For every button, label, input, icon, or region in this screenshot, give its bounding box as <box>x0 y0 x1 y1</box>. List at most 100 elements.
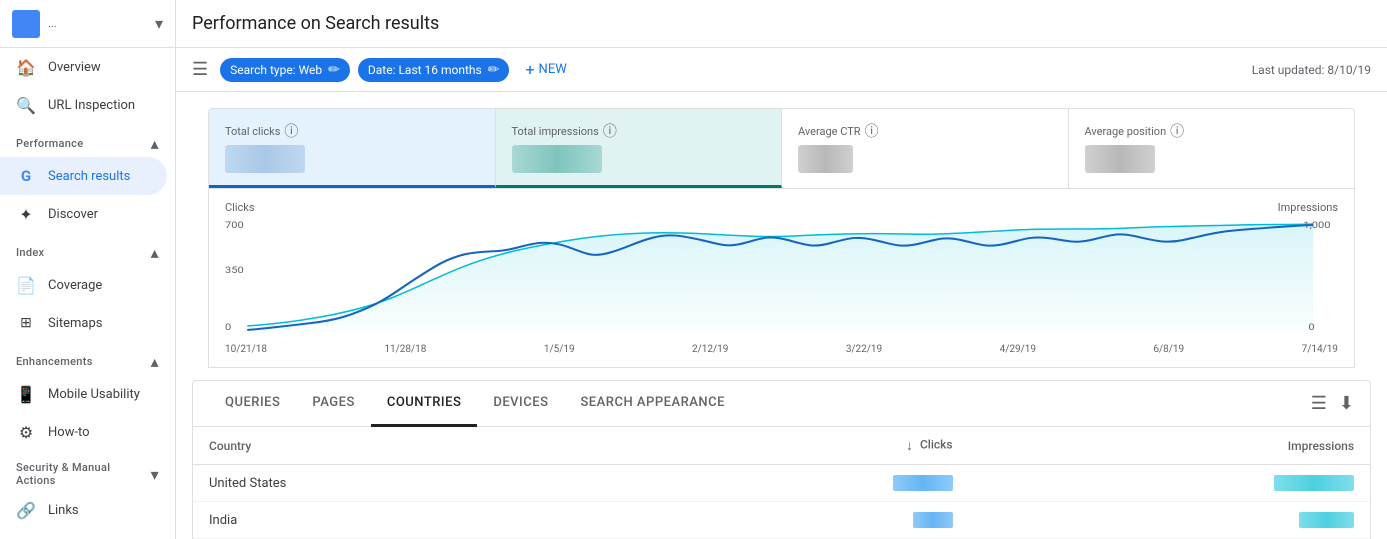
tab-actions: ☰ ⬇ <box>1311 381 1354 426</box>
sidebar-item-how-to[interactable]: ⚙ How-to <box>0 413 167 451</box>
metric-total-impressions[interactable]: Total impressions ⓘ <box>496 109 783 188</box>
main-content: Performance on Search results ☰ Search t… <box>176 0 1387 539</box>
clicks-cell-0 <box>639 465 969 502</box>
x-label-6: 6/8/19 <box>1153 344 1184 355</box>
average-position-placeholder <box>1085 145 1155 173</box>
total-clicks-label: Total clicks ⓘ <box>225 121 479 141</box>
howto-icon: ⚙ <box>16 422 36 442</box>
metric-average-position[interactable]: Average position ⓘ <box>1069 109 1355 188</box>
sidebar-section-enhancements[interactable]: Enhancements ▴ <box>0 342 175 375</box>
tab-devices[interactable]: DEVICES <box>477 381 564 427</box>
sidebar-item-sitemaps[interactable]: ⊞ Sitemaps <box>0 304 167 342</box>
sidebar-header: ... ▾ <box>0 0 175 48</box>
impressions-bar-1 <box>1299 512 1354 528</box>
collapse-performance-icon: ▴ <box>151 134 159 153</box>
sidebar-label-coverage: Coverage <box>48 278 102 293</box>
sidebar-item-coverage[interactable]: 📄 Coverage <box>0 266 167 304</box>
tab-countries[interactable]: COUNTRIES <box>371 381 478 427</box>
total-impressions-value <box>512 145 766 173</box>
sidebar: ... ▾ 🏠 Overview 🔍 URL Inspection Perfor… <box>0 0 176 539</box>
last-updated: Last updated: 8/10/19 <box>1252 63 1371 77</box>
table-row: India <box>193 502 1370 539</box>
collapse-security-icon: ▾ <box>151 465 159 484</box>
country-cell-0: United States <box>193 465 639 502</box>
sidebar-section-security[interactable]: Security & Manual Actions ▾ <box>0 451 175 491</box>
google-g-icon: G <box>16 166 36 186</box>
filter-icon[interactable]: ☰ <box>192 59 208 80</box>
sidebar-item-mobile-usability[interactable]: 📱 Mobile Usability <box>0 375 167 413</box>
sidebar-item-overview[interactable]: 🏠 Overview <box>0 48 167 86</box>
svg-text:350: 350 <box>225 266 244 276</box>
x-label-0: 10/21/18 <box>225 344 267 355</box>
coverage-icon: 📄 <box>16 275 36 295</box>
collapse-index-icon: ▴ <box>151 243 159 262</box>
mobile-icon: 📱 <box>16 384 36 404</box>
topbar: Performance on Search results <box>176 0 1387 48</box>
metric-average-ctr[interactable]: Average CTR ⓘ <box>782 109 1069 188</box>
col-country: Country <box>193 427 639 465</box>
total-impressions-info-icon[interactable]: ⓘ <box>603 121 617 141</box>
x-label-5: 4/29/19 <box>1000 344 1036 355</box>
plus-icon: + <box>525 60 534 79</box>
sidebar-chevron-icon[interactable]: ▾ <box>155 14 163 33</box>
tab-pages[interactable]: PAGES <box>296 381 370 427</box>
average-ctr-label: Average CTR ⓘ <box>798 121 1052 141</box>
x-label-1: 11/28/18 <box>384 344 426 355</box>
chart-header: Clicks Impressions <box>225 201 1338 214</box>
metrics-row: Total clicks ⓘ Total impressions ⓘ <box>208 108 1355 189</box>
sidebar-label-links: Links <box>48 503 79 518</box>
discover-icon: ✦ <box>16 204 36 224</box>
total-impressions-label: Total impressions ⓘ <box>512 121 766 141</box>
new-filter-button[interactable]: + NEW <box>517 56 574 83</box>
chart-svg: 700 350 0 1,000 0 <box>225 218 1338 338</box>
impressions-legend-label: Impressions <box>1278 201 1338 214</box>
sidebar-item-search-results[interactable]: G Search results <box>0 157 167 195</box>
average-position-info-icon[interactable]: ⓘ <box>1170 121 1184 141</box>
filter-rows-icon[interactable]: ☰ <box>1311 393 1327 414</box>
x-label-2: 1/5/19 <box>544 344 575 355</box>
col-clicks[interactable]: ↓ Clicks <box>639 427 969 465</box>
sidebar-logo <box>12 10 40 38</box>
sidebar-label-url-inspection: URL Inspection <box>48 98 135 113</box>
sidebar-label-mobile-usability: Mobile Usability <box>48 387 140 402</box>
average-ctr-placeholder <box>798 145 853 173</box>
filterbar: ☰ Search type: Web ✏ Date: Last 16 month… <box>176 48 1387 92</box>
section-label-enhancements: Enhancements <box>16 355 93 368</box>
download-icon[interactable]: ⬇ <box>1339 393 1354 414</box>
sidebar-item-settings[interactable]: ⚙ Settings <box>0 529 167 539</box>
sidebar-item-url-inspection[interactable]: 🔍 URL Inspection <box>0 86 167 124</box>
sidebar-section-index[interactable]: Index ▴ <box>0 233 175 266</box>
collapse-enhancements-icon: ▴ <box>151 352 159 371</box>
sidebar-section-performance[interactable]: Performance ▴ <box>0 124 175 157</box>
x-label-3: 2/12/19 <box>692 344 728 355</box>
table-header-row: Country ↓ Clicks Impressions <box>193 427 1370 465</box>
home-icon: 🏠 <box>16 57 36 77</box>
links-icon: 🔗 <box>16 500 36 520</box>
svg-text:700: 700 <box>225 221 244 231</box>
metric-total-clicks[interactable]: Total clicks ⓘ <box>209 109 496 188</box>
impressions-cell-0 <box>969 465 1370 502</box>
clicks-bar-1 <box>913 512 953 528</box>
sidebar-item-links[interactable]: 🔗 Links <box>0 491 167 529</box>
average-ctr-info-icon[interactable]: ⓘ <box>865 121 879 141</box>
clicks-bar-0 <box>893 475 953 491</box>
sidebar-item-discover[interactable]: ✦ Discover <box>0 195 167 233</box>
tab-search-appearance[interactable]: SEARCH APPEARANCE <box>564 381 741 427</box>
svg-text:0: 0 <box>225 323 232 333</box>
section-label-performance: Performance <box>16 137 83 150</box>
average-position-label: Average position ⓘ <box>1085 121 1339 141</box>
chart-container: Clicks Impressions 700 350 0 1,000 0 <box>208 189 1355 368</box>
impressions-bar-0 <box>1274 475 1354 491</box>
search-type-chip[interactable]: Search type: Web ✏ <box>220 58 350 82</box>
clicks-legend: Clicks <box>225 201 255 214</box>
average-ctr-value <box>798 145 1052 173</box>
x-label-7: 7/14/19 <box>1302 344 1338 355</box>
total-clicks-info-icon[interactable]: ⓘ <box>284 121 298 141</box>
x-label-4: 3/22/19 <box>846 344 882 355</box>
impressions-cell-1 <box>969 502 1370 539</box>
table-row: United States <box>193 465 1370 502</box>
tab-queries[interactable]: QUERIES <box>209 381 296 427</box>
date-chip[interactable]: Date: Last 16 months ✏ <box>358 58 510 82</box>
sidebar-label-discover: Discover <box>48 207 98 222</box>
total-clicks-placeholder <box>225 145 305 173</box>
